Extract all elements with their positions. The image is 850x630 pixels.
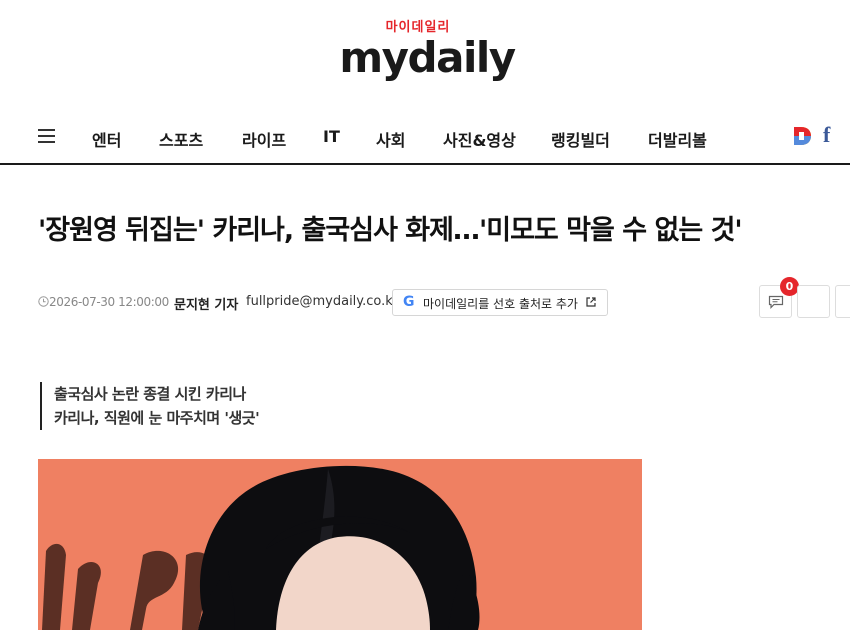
nav-item-entertainment[interactable]: 엔터 [92, 127, 121, 151]
clock-icon [38, 296, 49, 307]
article-photo [38, 459, 642, 630]
article-date: 2026-07-30 12:00:00 [38, 295, 169, 309]
summary-line: 출국심사 논란 종결 시킨 카리나 [54, 385, 246, 403]
comment-icon [768, 295, 784, 309]
preferred-source-label: 마이데일리를 선호 출처로 추가 [423, 297, 578, 311]
google-icon: G [403, 294, 415, 310]
date-text: 2026-07-30 12:00:00 [49, 295, 169, 309]
article-headline: '장원영 뒤집는' 카리나, 출국심사 화제…'미모도 막을 수 없는 것' [38, 215, 743, 246]
nav-item-photo-video[interactable]: 사진&영상 [443, 127, 516, 151]
summary-line: 카리나, 직원에 눈 마주치며 '생긋' [54, 409, 260, 427]
main-nav: 엔터 스포츠 라이프 IT 사회 사진&영상 랭킹빌더 더발리볼 f [0, 113, 850, 165]
daum-icon[interactable] [791, 125, 813, 147]
external-link-icon [586, 297, 596, 307]
nav-item-volleyball[interactable]: 더발리볼 [648, 127, 707, 151]
article-email[interactable]: fullpride@mydaily.co.kr [246, 294, 398, 309]
site-logo[interactable]: 마이데일리 mydaily [0, 20, 850, 80]
nav-item-ranking[interactable]: 랭킹빌더 [551, 127, 610, 151]
nav-item-it[interactable]: IT [323, 127, 340, 146]
article-author[interactable]: 문지현 기자 [174, 294, 238, 313]
more-button[interactable] [835, 285, 850, 318]
nav-item-sports[interactable]: 스포츠 [159, 127, 203, 151]
logo-english: mydaily [339, 33, 516, 82]
hamburger-icon[interactable] [38, 129, 55, 143]
share-button[interactable] [797, 285, 830, 318]
add-preferred-source-button[interactable]: G 마이데일리를 선호 출처로 추가 [392, 289, 608, 316]
facebook-icon[interactable]: f [823, 122, 830, 148]
nav-item-society[interactable]: 사회 [376, 127, 405, 151]
article-summary: 출국심사 논란 종결 시킨 카리나 카리나, 직원에 눈 마주치며 '생긋' [40, 382, 260, 430]
article-photo-image [38, 459, 642, 630]
nav-item-life[interactable]: 라이프 [242, 127, 286, 151]
